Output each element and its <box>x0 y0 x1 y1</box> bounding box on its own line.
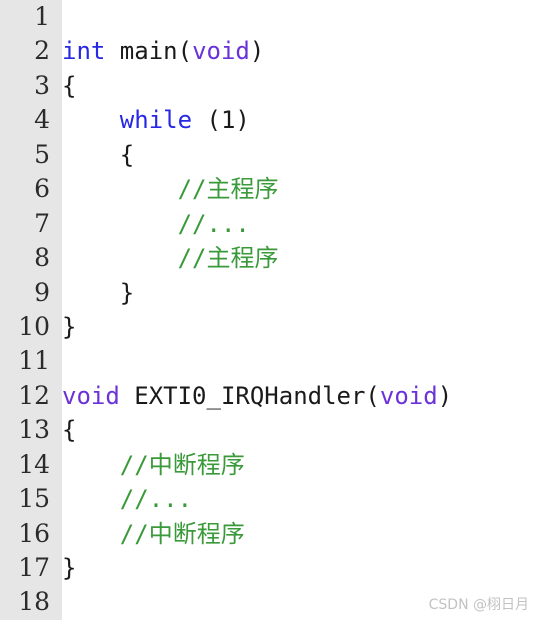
code-line-text[interactable]: while (1) <box>62 103 250 137</box>
code-line-text[interactable]: } <box>62 310 76 344</box>
code-line[interactable]: 9 } <box>0 276 539 310</box>
line-number: 13 <box>18 415 50 445</box>
code-line[interactable]: 6 //主程序 <box>0 172 539 206</box>
code-token-pl: main( <box>105 37 193 66</box>
code-lines-container[interactable]: 1 2 int main(void) 3{4 while (1) 5 {6 //主程序 7… <box>0 0 539 620</box>
code-token-kw: while <box>119 106 193 135</box>
code-line[interactable]: 14 //中断程序 <box>0 448 539 482</box>
code-line-text[interactable]: } <box>62 276 134 310</box>
line-number: 5 <box>34 139 50 169</box>
code-line[interactable]: 4 while (1) <box>0 103 539 137</box>
code-line[interactable]: 11 <box>0 344 539 378</box>
code-line-text[interactable]: { <box>62 138 134 172</box>
code-line-text[interactable]: { <box>62 413 76 447</box>
line-number: 12 <box>18 380 50 410</box>
line-number: 3 <box>34 70 50 100</box>
csdn-watermark: CSDN @栩日月 <box>428 597 529 613</box>
code-line[interactable]: 16 //中断程序 <box>0 517 539 551</box>
code-token-pl: } <box>62 312 77 341</box>
code-line[interactable]: 1 <box>0 0 539 34</box>
code-line-text[interactable]: //... <box>62 207 250 241</box>
code-token-pl: } <box>62 554 77 582</box>
code-token-pl: ) <box>437 381 453 410</box>
code-token-cm: //... <box>177 209 250 238</box>
code-token-pl: { <box>62 140 135 169</box>
code-line[interactable]: 12 void EXTI0_IRQHandler(void) <box>0 379 539 413</box>
code-token-kw2: void <box>62 381 120 410</box>
line-number: 4 <box>34 105 50 135</box>
code-line-text[interactable]: //中断程序 <box>62 448 245 482</box>
code-token-kw2: void <box>379 381 438 410</box>
code-line[interactable]: 3{ <box>0 69 539 103</box>
code-line[interactable]: 7 //... <box>0 207 539 241</box>
line-number: 9 <box>34 277 50 307</box>
line-number: 6 <box>34 174 50 204</box>
code-editor: 1 2 int main(void) 3{4 while (1) 5 {6 //主程序 7… <box>0 0 539 620</box>
code-line-text[interactable]: //中断程序 <box>62 517 245 551</box>
code-line-text[interactable]: void EXTI0_IRQHandler(void) <box>62 379 452 413</box>
code-line[interactable]: 15 //... <box>0 482 539 516</box>
code-token-cm: //中断程序 <box>119 450 245 479</box>
line-number: 7 <box>34 208 50 238</box>
code-token-pl: { <box>62 71 77 100</box>
line-number: 2 <box>34 36 50 66</box>
code-token-cm: //主程序 <box>177 175 279 204</box>
code-line[interactable]: 13 { <box>0 413 539 447</box>
code-token-pl: } <box>62 278 135 307</box>
code-token-pl: ( <box>192 106 221 135</box>
code-token-kw2: void <box>192 37 250 66</box>
line-number: 8 <box>34 243 50 273</box>
code-line[interactable]: 10} <box>0 310 539 344</box>
line-number: 17 <box>18 553 50 582</box>
code-token-pl: ) <box>235 106 250 135</box>
code-token-pl: { <box>62 416 77 445</box>
code-token-num: 1 <box>220 106 236 135</box>
line-number: 1 <box>34 2 50 31</box>
line-number: 16 <box>18 518 50 548</box>
code-line-text[interactable]: int main(void) <box>62 34 264 68</box>
code-token-pl: ) <box>249 37 265 66</box>
code-token-cm: //主程序 <box>177 244 279 273</box>
code-token-kw: int <box>62 37 106 66</box>
line-number: 10 <box>18 311 50 341</box>
line-number: 18 <box>18 587 50 617</box>
code-token-pl: EXTI0_IRQHandler( <box>119 381 380 410</box>
code-line-text[interactable]: //... <box>62 482 192 516</box>
code-line-text[interactable]: //主程序 <box>62 172 279 206</box>
code-line[interactable]: 17} <box>0 551 539 585</box>
code-token-cm: //中断程序 <box>119 519 245 548</box>
code-line-text[interactable]: //主程序 <box>62 241 279 275</box>
code-token-cm: //... <box>119 485 193 514</box>
code-line[interactable]: 5 { <box>0 138 539 172</box>
code-line-text[interactable]: } <box>62 551 76 585</box>
line-number: 14 <box>18 449 50 479</box>
code-line[interactable]: 2 int main(void) <box>0 34 539 68</box>
line-number: 15 <box>18 484 50 514</box>
code-line[interactable]: 8 //主程序 <box>0 241 539 275</box>
line-number: 11 <box>18 346 50 376</box>
code-line-text[interactable]: { <box>62 69 76 103</box>
